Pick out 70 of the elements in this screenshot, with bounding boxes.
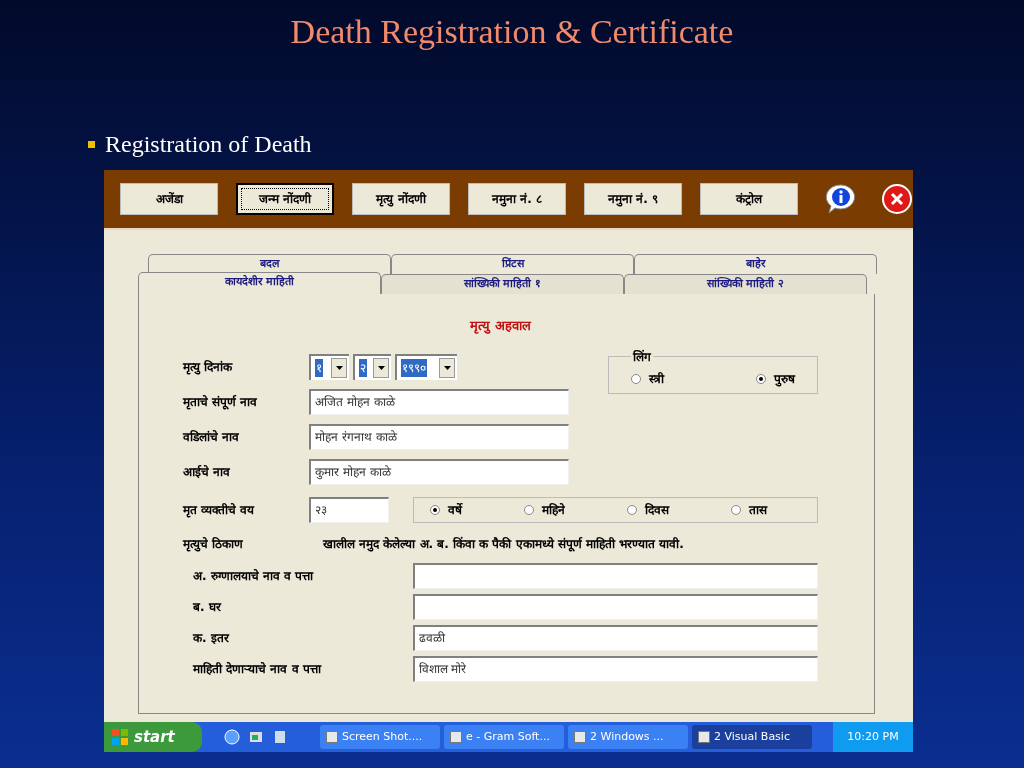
dropdown[interactable]: १: [309, 353, 349, 380]
toolbar-button[interactable]: अजेंडा: [120, 183, 218, 215]
taskbar-item[interactable]: Screen Shot....: [320, 725, 440, 749]
toolbar-button[interactable]: मृत्यु नोंदणी: [352, 183, 450, 215]
radio-label: पुरुष: [774, 371, 795, 388]
field-label: वडिलांचे नाव: [183, 428, 241, 446]
text-field[interactable]: [412, 593, 818, 620]
bullet-icon: [88, 140, 95, 148]
close-icon[interactable]: [882, 184, 912, 214]
taskbar-item[interactable]: e - Gram Soft...: [444, 725, 564, 749]
field-label: ब. घर: [193, 598, 223, 616]
tab[interactable]: सांख्यिकी माहिती १: [381, 274, 624, 294]
toolbar-button[interactable]: नमुना नं. ८: [468, 183, 566, 215]
text-field[interactable]: विशाल मोरे: [412, 655, 818, 682]
radio-button[interactable]: [429, 504, 440, 515]
field-label: आईचे नाव: [183, 463, 232, 481]
dropdown[interactable]: २: [353, 353, 391, 380]
text-field[interactable]: अजित मोहन काळे: [309, 388, 569, 415]
taskbar-item[interactable]: 2 Windows ...: [568, 725, 688, 749]
field-label: माहिती देणाऱ्याचे नाव व पत्ता: [193, 660, 323, 678]
taskbar-item[interactable]: 2 Visual Basic: [692, 725, 812, 749]
field-label: मृताचे संपूर्ण नाव: [183, 393, 259, 411]
field-label: अ. रुग्णालयाचे नाव व पत्ता: [193, 567, 315, 585]
program-icon[interactable]: [248, 729, 264, 745]
text-field[interactable]: ढवळी: [412, 624, 818, 651]
toolbar-button[interactable]: कंट्रोल: [700, 183, 798, 215]
info-icon[interactable]: [824, 183, 858, 215]
radio-button[interactable]: [730, 504, 741, 515]
radio-button[interactable]: [756, 374, 766, 384]
tab[interactable]: प्रिंटस: [391, 254, 634, 274]
instruction-text: खालील नमुद केलेल्या अ. ब. किंवा क पैकी एकामध्ये संपूर्ण माहिती भरण्यात यावी.: [323, 535, 684, 553]
radio-button[interactable]: [631, 374, 642, 384]
caret-icon: [373, 357, 389, 378]
field-label: मृत व्यक्तीचे वय: [183, 501, 256, 519]
radio-button[interactable]: [523, 504, 534, 515]
tab[interactable]: सांख्यिकी माहिती २: [624, 274, 867, 294]
radio-label: महिने: [541, 501, 565, 519]
text-field[interactable]: [412, 562, 818, 589]
field-label: क. इतर: [193, 629, 231, 647]
field-label: मृत्यु दिनांक: [183, 358, 234, 376]
tab[interactable]: कायदेशीर माहिती: [138, 272, 381, 294]
radio-button[interactable]: [626, 504, 637, 515]
clock: 10:20 PM: [847, 728, 899, 745]
tab[interactable]: बाहेर: [634, 254, 877, 274]
caret-icon: [439, 357, 455, 378]
toolbar-button[interactable]: नमुना नं. ९: [584, 183, 682, 215]
start-button[interactable]: start: [104, 722, 202, 752]
radio-label: स्त्री: [649, 371, 665, 388]
field-label: मृत्युचे ठिकाण: [183, 535, 245, 553]
radio-label: वर्षे: [447, 501, 462, 519]
form-heading: मृत्यु अहवाल: [468, 317, 533, 336]
window-icon: [326, 731, 338, 743]
text-field[interactable]: २३: [308, 496, 389, 523]
windows-logo-icon: [112, 729, 128, 745]
group-label: लिंग: [631, 348, 653, 366]
window-icon: [574, 731, 586, 743]
dropdown[interactable]: १९९०: [395, 353, 457, 380]
text-field[interactable]: कुमार मोहन काळे: [309, 458, 569, 485]
bullet-text: Registration of Death: [105, 130, 312, 158]
slide-title: Death Registration & Certificate: [289, 12, 735, 52]
window-icon: [698, 731, 710, 743]
browser-icon[interactable]: [224, 729, 240, 745]
tab[interactable]: बदल: [148, 254, 391, 274]
window-icon: [450, 731, 462, 743]
radio-label: दिवस: [644, 501, 669, 519]
desktop-icon[interactable]: [272, 729, 288, 745]
toolbar-button[interactable]: जन्म नोंदणी: [236, 183, 334, 215]
text-field[interactable]: मोहन रंगनाथ काळे: [309, 423, 569, 450]
caret-icon: [331, 357, 347, 378]
radio-label: तास: [748, 501, 767, 519]
